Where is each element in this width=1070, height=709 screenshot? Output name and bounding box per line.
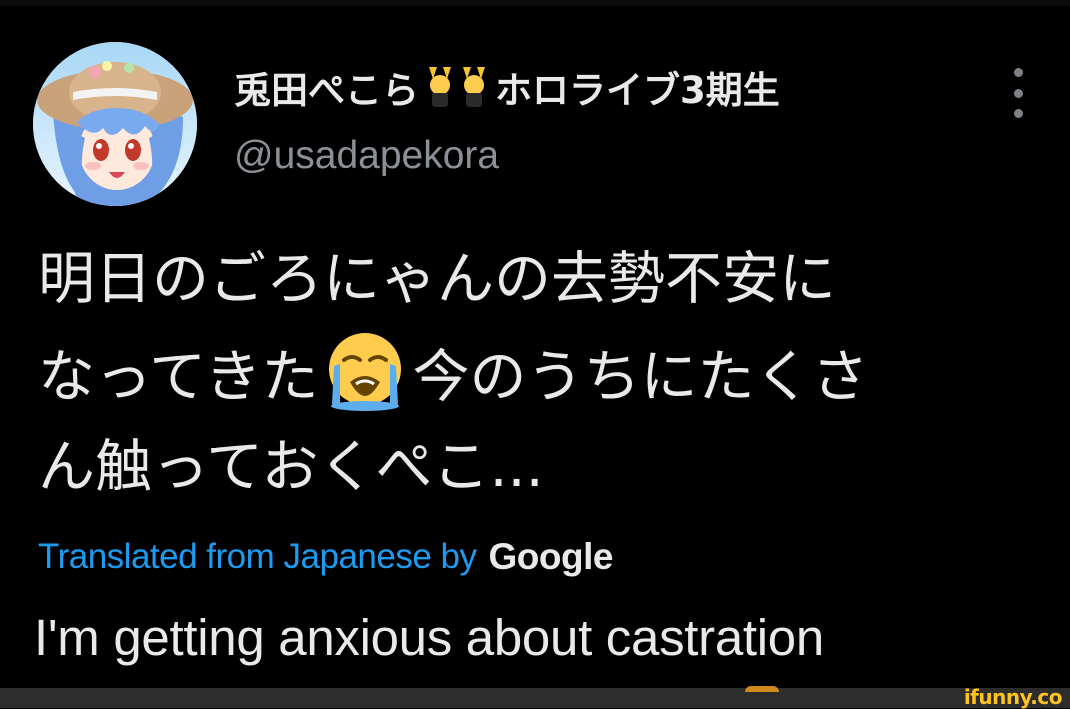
tweet-text-segment: 今のうちにたくさ: [412, 344, 869, 410]
tweet: 兎田ぺこら ホロライブ3期生 @usadapekora 明日のごろにゃんの去勢不…: [0, 0, 1070, 708]
tweet-text-line-2: なってきた 今のうちにたくさ: [38, 326, 1028, 420]
more-options-button[interactable]: [1003, 68, 1033, 118]
display-name-row[interactable]: 兎田ぺこら ホロライブ3期生: [234, 62, 780, 112]
user-handle[interactable]: @usadapekora: [234, 134, 499, 178]
more-dot-icon: [1013, 68, 1023, 77]
people-with-bunny-ears-icon: [423, 65, 491, 109]
avatar[interactable]: [33, 42, 197, 206]
watermark-bar: [0, 688, 1070, 708]
translated-from-link[interactable]: Translated from Japanese by: [38, 537, 477, 577]
tweet-text: 明日のごろにゃんの去勢不安に なってきた 今のうちにたくさ ん触っておくぺこ..…: [38, 232, 1028, 514]
ifunny-watermark: ifunny.co: [963, 685, 1063, 709]
partial-emoji-icon: [745, 686, 779, 692]
more-dot-icon: [1013, 109, 1023, 118]
display-name-suffix[interactable]: ホロライブ3期生: [495, 60, 780, 114]
translated-text: I'm getting anxious about castration: [34, 609, 824, 666]
google-logo: Google: [488, 536, 614, 577]
tweet-text-line-3: ん触っておくぺこ...: [38, 434, 544, 500]
loudly-crying-face-icon: [322, 326, 408, 412]
display-name[interactable]: 兎田ぺこら: [234, 60, 419, 114]
tweet-text-segment: なってきた: [38, 344, 319, 410]
avatar-image: [33, 42, 197, 206]
more-dot-icon: [1013, 88, 1023, 98]
translation-attribution: Translated from Japanese by Google: [38, 532, 613, 582]
tweet-text-line-1: 明日のごろにゃんの去勢不安に: [38, 246, 836, 312]
